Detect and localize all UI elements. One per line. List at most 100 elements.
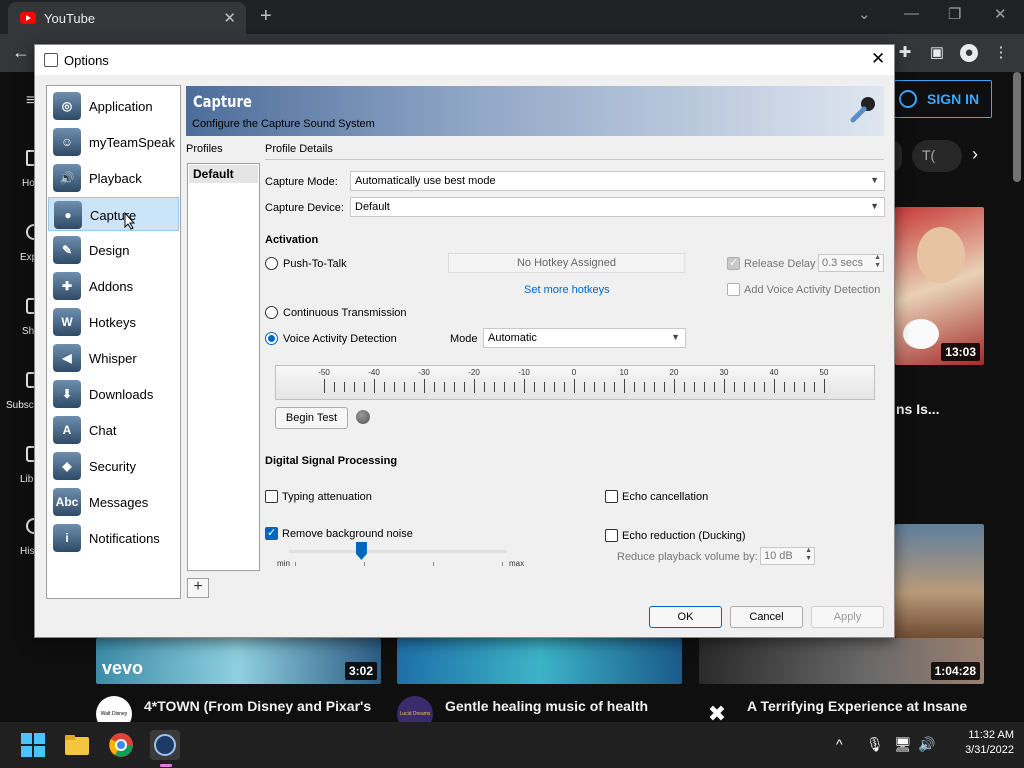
nav-item-label: Notifications <box>89 531 160 546</box>
menu-kebab-icon[interactable]: ⋮ <box>992 44 1010 62</box>
continuous-transmission-radio[interactable] <box>265 306 278 319</box>
meter-tick <box>434 382 435 392</box>
speaker-icon: 🔊 <box>53 164 81 192</box>
video-title[interactable]: ns Is... <box>896 401 940 417</box>
nav-item-downloads[interactable]: ⬇ Downloads <box>48 377 179 411</box>
ok-button[interactable]: OK <box>649 606 722 628</box>
video-title[interactable]: 4*TOWN (From Disney and Pixar's <box>144 698 371 714</box>
nav-item-capture[interactable]: ● Capture <box>48 197 179 231</box>
chip-next-chevron-icon[interactable]: › <box>972 144 978 165</box>
dialog-close-button[interactable]: ✕ <box>871 49 885 69</box>
profiles-label: Profiles <box>186 143 223 155</box>
meter-tick-label: 30 <box>719 368 729 377</box>
spin-down-icon[interactable]: ▼ <box>874 262 881 269</box>
vad-mode-select[interactable]: Automatic ▼ <box>483 328 686 348</box>
back-icon[interactable]: ← <box>12 42 30 63</box>
meter-tick <box>484 382 485 392</box>
nav-item-security[interactable]: ◆ Security <box>48 449 179 483</box>
windows-start-icon[interactable] <box>18 730 48 760</box>
video-title[interactable]: Gentle healing music of health <box>445 698 648 714</box>
application-icon: ◎ <box>53 92 81 120</box>
nav-item-hotkeys[interactable]: W Hotkeys <box>48 305 179 339</box>
reduce-playback-spinner[interactable]: 10 dB ▲ ▼ <box>760 547 815 565</box>
spin-up-icon[interactable]: ▲ <box>805 547 812 554</box>
video-thumbnail[interactable]: 1:04:28 <box>699 638 984 684</box>
nav-item-whisper[interactable]: ◀ Whisper <box>48 341 179 375</box>
video-thumbnail[interactable]: 13:03 <box>895 207 984 365</box>
meter-tick <box>384 382 385 392</box>
remove-background-noise-checkbox[interactable] <box>265 526 278 540</box>
echo-reduction-checkbox[interactable] <box>605 529 618 542</box>
download-icon: ⬇ <box>53 380 81 408</box>
side-panel-icon[interactable]: ▣ <box>928 44 946 62</box>
set-more-hotkeys-link[interactable]: Set more hotkeys <box>524 284 610 296</box>
show-hidden-icons-chevron[interactable]: ^ <box>836 736 843 752</box>
tab-close-icon[interactable]: ✕ <box>223 9 236 27</box>
capture-device-select[interactable]: Default ▼ <box>350 197 885 217</box>
release-delay-checkbox[interactable] <box>727 256 740 270</box>
network-icon[interactable]: 🖥 <box>894 736 912 753</box>
meter-tick <box>534 382 535 392</box>
browser-tab-youtube[interactable]: YouTube ✕ <box>8 2 246 34</box>
minimize-button[interactable]: — <box>904 5 919 22</box>
filter-chip-partial[interactable]: T( <box>912 140 962 172</box>
nav-item-addons[interactable]: ✚ Addons <box>48 269 179 303</box>
video-title[interactable]: A Terrifying Experience at Insane <box>747 698 967 714</box>
cancel-button[interactable]: Cancel <box>730 606 803 628</box>
clock[interactable]: 11:32 AM 3/31/2022 <box>946 728 1014 758</box>
nav-item-notifications[interactable]: i Notifications <box>48 521 179 555</box>
begin-test-button[interactable]: Begin Test <box>275 407 348 429</box>
capture-mode-select[interactable]: Automatically use best mode ▼ <box>350 171 885 191</box>
apply-button[interactable]: Apply <box>811 606 884 628</box>
volume-icon[interactable]: 🔊 <box>918 736 935 753</box>
release-delay-spinner[interactable]: 0.3 secs ▲ ▼ <box>818 254 884 272</box>
meter-tick <box>674 379 675 393</box>
nav-item-design[interactable]: ✎ Design <box>48 233 179 267</box>
restore-button[interactable]: ❐ <box>948 5 961 23</box>
extensions-icon[interactable]: ✚ <box>896 44 914 62</box>
video-thumbnail[interactable] <box>397 638 682 684</box>
nav-item-myteamspeak[interactable]: ☺ myTeamSpeak <box>48 125 179 159</box>
noise-reduction-slider-track[interactable] <box>289 550 507 553</box>
continuous-transmission-label: Continuous Transmission <box>283 307 407 319</box>
teamspeak-taskbar-icon[interactable] <box>150 730 180 760</box>
nav-item-playback[interactable]: 🔊 Playback <box>48 161 179 195</box>
profile-avatar-icon[interactable]: ● <box>960 44 978 62</box>
nav-item-application[interactable]: ◎ Application <box>48 89 179 123</box>
nav-item-label: Hotkeys <box>89 315 136 330</box>
nav-item-chat[interactable]: A Chat <box>48 413 179 447</box>
window-close-button[interactable]: ✕ <box>994 5 1007 23</box>
meter-tick <box>564 382 565 392</box>
nav-item-label: myTeamSpeak <box>89 135 175 150</box>
add-vad-checkbox[interactable] <box>727 283 740 296</box>
chrome-icon[interactable] <box>106 730 136 760</box>
microphone-tray-icon[interactable]: 🎙 <box>866 736 884 753</box>
tab-search-icon[interactable]: ⌄ <box>858 5 871 23</box>
meter-tick <box>814 382 815 392</box>
spin-up-icon[interactable]: ▲ <box>874 254 881 261</box>
no-hotkey-assigned-button[interactable]: No Hotkey Assigned <box>448 253 685 273</box>
nav-item-label: Application <box>89 99 153 114</box>
sign-in-button[interactable]: SIGN IN <box>894 80 992 118</box>
video-thumbnail[interactable]: vevo 3:02 <box>96 638 381 684</box>
voice-activity-detection-radio[interactable] <box>265 332 278 345</box>
meter-tick <box>764 382 765 392</box>
page-scrollbar[interactable] <box>1013 72 1021 182</box>
noise-reduction-slider-thumb[interactable] <box>355 542 367 560</box>
push-to-talk-radio[interactable] <box>265 257 278 270</box>
video-thumbnail-house[interactable] <box>895 524 984 638</box>
vevo-watermark: vevo <box>102 658 144 678</box>
profile-item-default[interactable]: Default <box>189 165 258 183</box>
spin-down-icon[interactable]: ▼ <box>805 555 812 562</box>
slider-tick <box>364 562 365 566</box>
add-profile-button[interactable]: + <box>187 578 209 598</box>
file-explorer-icon[interactable] <box>62 730 92 760</box>
echo-cancellation-checkbox[interactable] <box>605 490 618 503</box>
meter-tick-label: 20 <box>669 368 679 377</box>
new-tab-button[interactable]: + <box>260 5 272 28</box>
design-icon: ✎ <box>53 236 81 264</box>
typing-attenuation-checkbox[interactable] <box>265 490 278 503</box>
nav-item-messages[interactable]: Abc Messages <box>48 485 179 519</box>
video-duration: 3:02 <box>344 662 377 680</box>
sidebar-shorts-label: Sh <box>22 326 35 337</box>
